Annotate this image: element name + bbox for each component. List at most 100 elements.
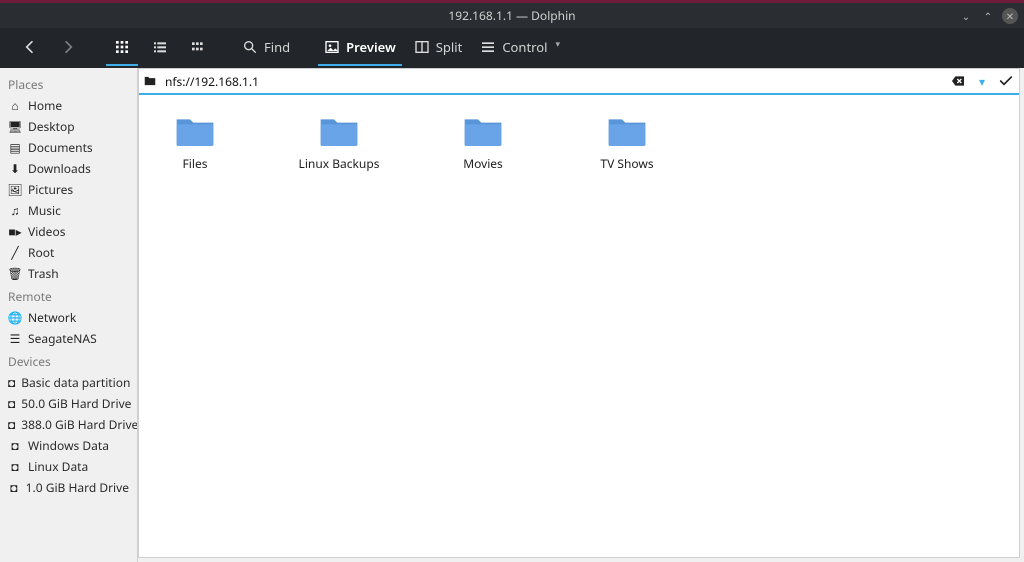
folder-icon	[607, 113, 647, 149]
view-details-button[interactable]	[182, 30, 214, 66]
sidebar-item-linux-data[interactable]: ◘ Linux Data	[0, 456, 137, 477]
sidebar-item-network[interactable]: 🌐 Network	[0, 307, 137, 328]
folder-item[interactable]: TV Shows	[585, 113, 669, 172]
sidebar-item-documents[interactable]: ▤ Documents	[0, 137, 137, 158]
picture-icon: 🖼	[8, 183, 22, 197]
sidebar-item-label: SeagateNAS	[28, 330, 97, 347]
control-label: Control	[502, 38, 547, 56]
details-icon	[190, 39, 206, 55]
sidebar-item-label: Linux Data	[28, 458, 88, 475]
sidebar-item-label: 50.0 GiB Hard Drive	[21, 395, 131, 412]
sidebar-item-pictures[interactable]: 🖼 Pictures	[0, 179, 137, 200]
control-button[interactable]: Control ▾	[474, 30, 577, 66]
sidebar-item-label: 1.0 GiB Hard Drive	[26, 479, 129, 496]
preview-button[interactable]: Preview	[318, 30, 402, 66]
view-compact-button[interactable]	[144, 30, 176, 66]
sidebar-item-1gib-drive[interactable]: ◘ 1.0 GiB Hard Drive	[0, 477, 137, 498]
chevron-up-icon: ⌃	[984, 9, 992, 23]
chevron-down-icon: ⌄	[962, 9, 970, 23]
image-icon	[324, 39, 340, 55]
disk-icon: ◘	[8, 439, 22, 453]
sidebar-item-videos[interactable]: ■▸Videos	[0, 221, 137, 242]
folder-label: Movies	[463, 155, 503, 172]
sidebar-item-seagatenas[interactable]: ☰ SeagateNAS	[0, 328, 137, 349]
home-icon: ⌂	[8, 99, 22, 113]
split-icon	[414, 39, 430, 55]
sidebar-item-label: Windows Data	[28, 437, 109, 454]
maximize-button[interactable]: ⌃	[980, 8, 996, 24]
folder-item[interactable]: Linux Backups	[297, 113, 381, 172]
sidebar-section-remote: Remote	[0, 284, 137, 307]
content-area: Places ⌂ Home 🖥Desktop ▤ Documents ⬇ Downlo…	[0, 68, 1024, 562]
folder-icon	[175, 113, 215, 149]
folder-icon	[463, 113, 503, 149]
places-panel: Places ⌂ Home 🖥Desktop ▤ Documents ⬇ Downlo…	[0, 68, 138, 562]
window-title: 192.168.1.1 — Dolphin	[448, 7, 575, 24]
sidebar-section-places: Places	[0, 72, 137, 95]
preview-label: Preview	[346, 38, 396, 56]
folder-item[interactable]: Movies	[441, 113, 525, 172]
sidebar-item-label: Root	[28, 244, 54, 261]
sidebar-item-home[interactable]: ⌂ Home	[0, 95, 137, 116]
grid-icon	[114, 39, 130, 55]
sidebar-item-root[interactable]: ╱ Root	[0, 242, 137, 263]
search-icon	[242, 39, 258, 55]
address-input[interactable]	[165, 73, 943, 90]
sidebar-item-basic-data-partition[interactable]: ◘Basic data partition	[0, 372, 137, 393]
split-label: Split	[436, 38, 463, 56]
address-bar: ▾	[139, 69, 1019, 95]
chevron-down-icon: ▾	[555, 39, 571, 55]
nas-icon: ☰	[8, 332, 22, 346]
video-icon: ■▸	[8, 225, 22, 239]
disk-icon: ◘	[8, 481, 20, 495]
main-view: ▾ Files Linux Backups Movies	[138, 68, 1020, 558]
sidebar-item-label: Pictures	[28, 181, 73, 198]
titlebar: 192.168.1.1 — Dolphin ⌄ ⌃ ✕	[0, 0, 1024, 28]
close-button[interactable]: ✕	[1002, 8, 1018, 24]
sidebar-item-label: 388.0 GiB Hard Drive	[21, 416, 138, 433]
arrow-left-icon	[22, 39, 38, 55]
sidebar-item-label: Home	[28, 97, 62, 114]
dolphin-window: 192.168.1.1 — Dolphin ⌄ ⌃ ✕ Find	[0, 0, 1024, 562]
folder-icon	[143, 73, 159, 89]
window-controls: ⌄ ⌃ ✕	[958, 8, 1018, 24]
forward-button[interactable]	[52, 30, 84, 66]
sidebar-item-windows-data[interactable]: ◘ Windows Data	[0, 435, 137, 456]
back-button[interactable]	[14, 30, 46, 66]
backspace-icon	[950, 73, 966, 89]
split-button[interactable]: Split	[408, 30, 469, 66]
list-icon	[152, 39, 168, 55]
network-icon: 🌐	[8, 311, 22, 325]
address-history-button[interactable]: ▾	[973, 72, 991, 90]
check-icon	[998, 73, 1014, 89]
folder-view[interactable]: Files Linux Backups Movies TV Shows	[139, 95, 1019, 557]
clear-address-button[interactable]	[949, 72, 967, 90]
sidebar-item-label: Trash	[28, 265, 59, 282]
sidebar-item-label: Desktop	[28, 118, 75, 135]
sidebar-item-388gib-drive[interactable]: ◘ 388.0 GiB Hard Drive	[0, 414, 137, 435]
view-icons-button[interactable]	[106, 30, 138, 66]
sidebar-item-label: Network	[28, 309, 76, 326]
download-icon: ⬇	[8, 162, 22, 176]
document-icon: ▤	[8, 141, 22, 155]
go-button[interactable]	[997, 72, 1015, 90]
minimize-button[interactable]: ⌄	[958, 8, 974, 24]
sidebar-item-downloads[interactable]: ⬇ Downloads	[0, 158, 137, 179]
folder-icon	[319, 113, 359, 149]
sidebar-item-music[interactable]: ♫ Music	[0, 200, 137, 221]
sidebar-item-50gib-drive[interactable]: ◘50.0 GiB Hard Drive	[0, 393, 137, 414]
sidebar-item-label: Music	[28, 202, 61, 219]
folder-item[interactable]: Files	[153, 113, 237, 172]
root-icon: ╱	[8, 246, 22, 260]
sidebar-item-trash[interactable]: 🗑Trash	[0, 263, 137, 284]
disk-icon: ◘	[8, 460, 22, 474]
close-icon: ✕	[1006, 9, 1014, 23]
sidebar-item-label: Downloads	[28, 160, 91, 177]
music-icon: ♫	[8, 204, 22, 218]
sidebar-item-label: Documents	[28, 139, 93, 156]
disk-icon: ◘	[8, 418, 15, 432]
find-button[interactable]: Find	[236, 30, 296, 66]
disk-icon: ◘	[8, 376, 15, 390]
sidebar-item-desktop[interactable]: 🖥Desktop	[0, 116, 137, 137]
sidebar-section-devices: Devices	[0, 349, 137, 372]
